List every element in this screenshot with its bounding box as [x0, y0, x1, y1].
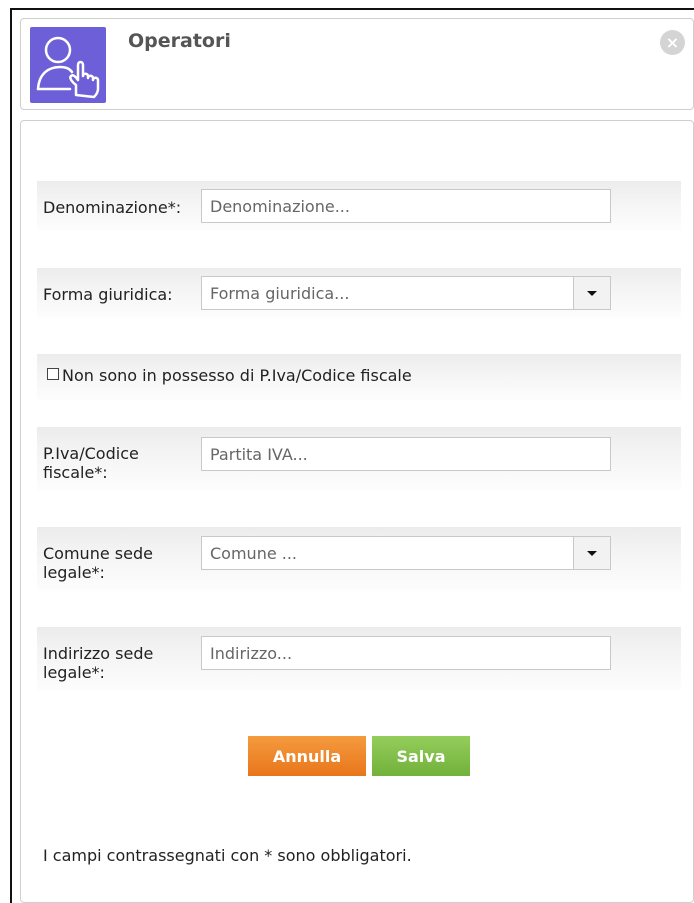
denominazione-input[interactable]	[201, 189, 611, 223]
no-piva-label[interactable]: Non sono in possesso di P.Iva/Codice fis…	[62, 366, 412, 385]
comune-dropdown-button[interactable]	[573, 537, 610, 569]
forma-giuridica-dropdown-button[interactable]	[573, 277, 610, 309]
forma-giuridica-placeholder: Forma giuridica...	[210, 284, 350, 303]
forma-giuridica-label: Forma giuridica:	[43, 285, 173, 304]
denominazione-label: Denominazione*:	[43, 198, 182, 217]
indirizzo-input[interactable]	[201, 636, 611, 670]
cancel-button[interactable]: Annulla	[248, 736, 366, 776]
comune-placeholder: Comune ...	[210, 544, 298, 563]
chevron-down-icon	[587, 551, 597, 556]
close-icon[interactable]: ×	[660, 30, 685, 55]
required-fields-note: I campi contrassegnati con * sono obblig…	[43, 846, 412, 865]
piva-label-line1: P.Iva/Codice	[43, 444, 139, 463]
comune-label-line2: legale*:	[43, 563, 105, 582]
forma-giuridica-select[interactable]: Forma giuridica...	[201, 276, 611, 310]
page-title: Operatori	[128, 30, 231, 52]
indirizzo-label-line1: Indirizzo sede	[43, 644, 154, 663]
save-button[interactable]: Salva	[372, 736, 470, 776]
piva-label-line2: fiscale*:	[43, 463, 108, 482]
comune-select[interactable]: Comune ...	[201, 536, 611, 570]
header-panel	[20, 18, 694, 110]
indirizzo-label-line2: legale*:	[43, 663, 105, 682]
form-panel	[20, 120, 694, 903]
hand-touch-icon	[30, 27, 106, 103]
no-piva-checkbox[interactable]	[47, 368, 59, 380]
comune-label-line1: Comune sede	[43, 544, 153, 563]
piva-input[interactable]	[201, 437, 611, 471]
chevron-down-icon	[587, 291, 597, 296]
